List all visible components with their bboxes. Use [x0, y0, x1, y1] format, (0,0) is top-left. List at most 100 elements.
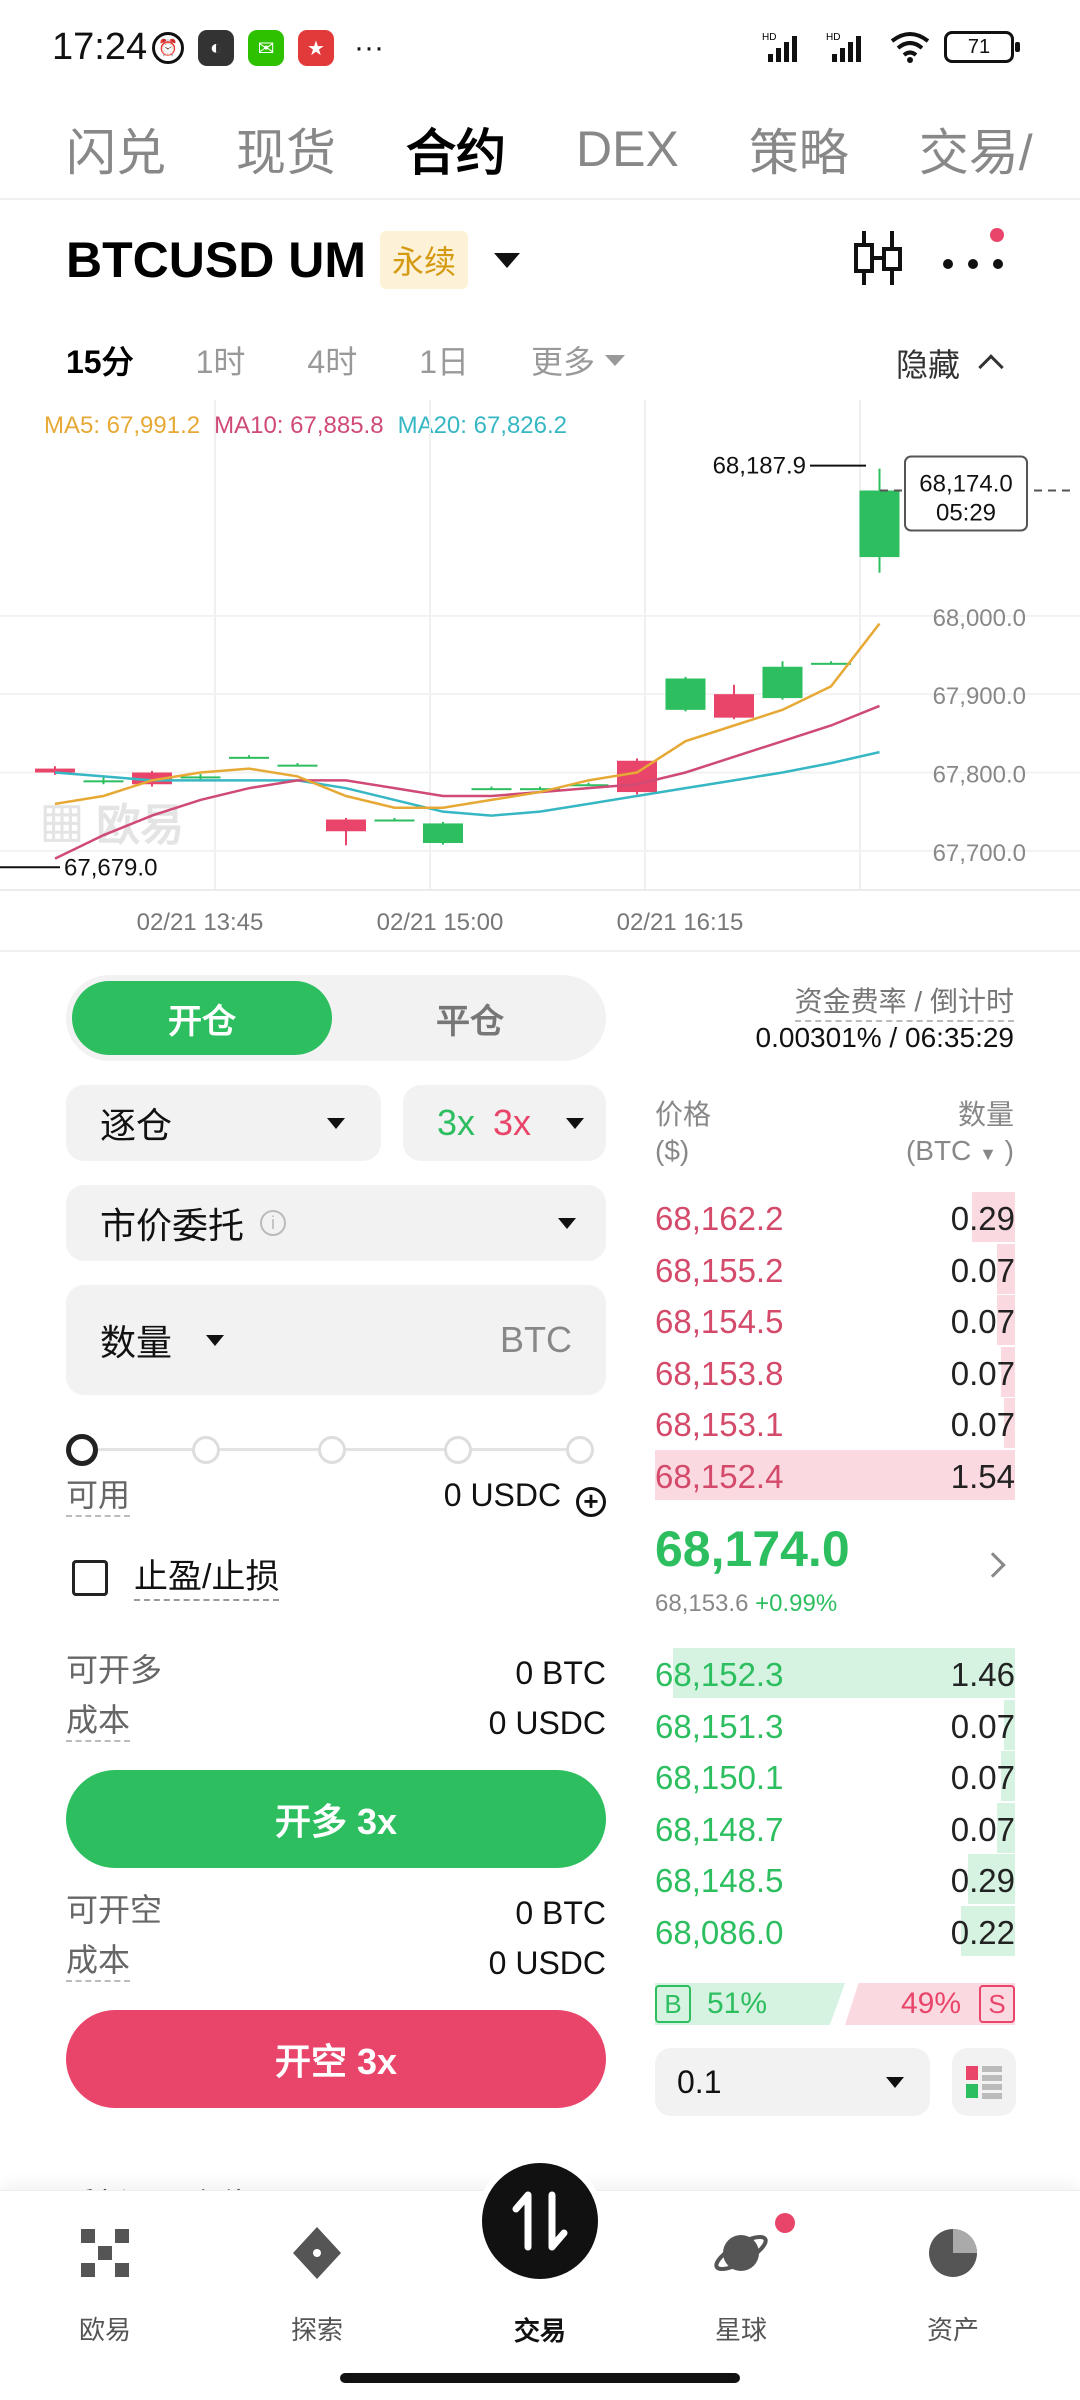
order-type-value: 市价委托: [100, 1205, 245, 1246]
tab-convert[interactable]: 闪兑: [66, 113, 166, 185]
ask-row[interactable]: 68,153.1 0.07: [655, 1398, 1015, 1448]
bid-row[interactable]: 68,148.5 0.29: [655, 1854, 1015, 1904]
funding-rate-value: 0.00301% / 06:35:29: [755, 1022, 1014, 1053]
quantity-input[interactable]: 数量 BTC: [66, 1285, 606, 1395]
bid-price: 68,150.1: [655, 1759, 784, 1796]
ask-quantity: 0.07: [950, 1354, 1015, 1392]
hide-chart-label: 隐藏: [895, 347, 960, 383]
open-position-tab[interactable]: 开仓: [72, 981, 332, 1055]
y-tick-label: 67,700.0: [933, 840, 1026, 867]
slider-step-25[interactable]: [192, 1436, 220, 1464]
qty-unit-label: (BTC: [905, 1135, 972, 1166]
more-options-icon[interactable]: [940, 240, 1006, 280]
open-long-button[interactable]: 开多 3x: [66, 1770, 606, 1868]
chart-divider: [0, 950, 1080, 952]
ask-row[interactable]: 68,154.5 0.07: [655, 1295, 1015, 1345]
timeframe-selector: 15分 1时 4时 1日 更多: [66, 335, 626, 385]
ask-price: 68,153.8: [655, 1354, 784, 1392]
candle-body: [277, 764, 318, 767]
nav-okx[interactable]: 欧易: [30, 2223, 180, 2347]
ask-row[interactable]: 68,155.2 0.07: [655, 1243, 1015, 1294]
max-long-label: 可开多: [66, 1652, 163, 1688]
market-tabs: 闪兑 现货 合约 DEX 策略 交易/: [0, 100, 1080, 200]
orderbook-layout-icon[interactable]: [952, 2048, 1016, 2116]
caret-down-icon: [566, 1117, 584, 1129]
timeframe-15m[interactable]: 15分: [66, 337, 134, 383]
slider-step-100[interactable]: [566, 1436, 594, 1464]
bid-row[interactable]: 68,148.7 0.07: [655, 1802, 1015, 1853]
leverage-select[interactable]: 3x 3x: [403, 1085, 606, 1161]
low-price-label: 67,679.0: [64, 854, 157, 881]
margin-mode-select[interactable]: 逐仓: [66, 1085, 381, 1161]
instrument-name: BTCUSD UM: [66, 232, 366, 288]
instrument-selector[interactable]: BTCUSD UM 永续: [66, 225, 520, 295]
order-type-select[interactable]: 市价委托 i: [66, 1185, 606, 1261]
ask-quantity: 0.07: [950, 1303, 1015, 1340]
bid-row[interactable]: 68,086.0 0.22: [655, 1905, 1015, 1956]
open-short-button[interactable]: 开空 3x: [66, 2010, 606, 2108]
max-short-label: 可开空: [66, 1892, 163, 1928]
tab-dex[interactable]: DEX: [576, 120, 679, 178]
qty-header-label: 数量: [957, 1099, 1014, 1130]
close-position-tab[interactable]: 平仓: [340, 981, 600, 1055]
leverage-long: 3x: [437, 1102, 476, 1143]
nav-explore[interactable]: 探索: [242, 2223, 392, 2347]
cost-short-value: 0 USDC: [488, 1945, 606, 1981]
nav-planet[interactable]: 星球: [666, 2223, 816, 2347]
sell-percent: 49%: [900, 1987, 961, 2020]
nav-trade-button[interactable]: [476, 2157, 604, 2285]
slider-handle[interactable]: [66, 1434, 98, 1466]
bid-price: 68,152.3: [655, 1656, 784, 1693]
watermark: ▦ 欧易: [40, 801, 184, 850]
orderbook-price-header: 价格 ($): [655, 1097, 711, 1169]
info-icon[interactable]: i: [260, 1210, 287, 1236]
timeframe-more[interactable]: 更多: [531, 337, 626, 383]
quantity-slider[interactable]: [66, 1430, 596, 1470]
bid-row[interactable]: 68,152.3 1.46: [655, 1648, 1015, 1698]
home-indicator[interactable]: [340, 2373, 740, 2383]
candlestick-chart-icon[interactable]: [850, 225, 906, 291]
depth-step-value: 0.1: [677, 2063, 722, 2100]
funding-rate-label[interactable]: 资金费率 / 倒计时: [794, 980, 1014, 1022]
candle-body: [326, 819, 366, 832]
bid-row[interactable]: 68,150.1 0.07: [655, 1751, 1015, 1801]
caret-down-icon: [558, 1217, 576, 1229]
battery-icon: 71: [944, 31, 1020, 63]
nav-assets[interactable]: 资产: [878, 2223, 1028, 2347]
price-header-unit: ($): [655, 1135, 690, 1166]
ask-quantity: 1.54: [950, 1457, 1015, 1495]
timeframe-1d[interactable]: 1日: [419, 337, 469, 383]
tpsl-label[interactable]: 止盈/止损: [134, 1555, 280, 1601]
depth-step-select[interactable]: 0.1: [655, 2048, 930, 2116]
ask-row[interactable]: 68,152.4 1.54: [655, 1449, 1015, 1500]
y-tick-label: 67,900.0: [933, 683, 1026, 710]
slider-step-50[interactable]: [318, 1436, 346, 1464]
candle-body: [423, 823, 463, 843]
ask-row[interactable]: 68,153.8 0.07: [655, 1346, 1015, 1397]
compass-icon: [293, 2227, 341, 2279]
bid-row[interactable]: 68,151.3 0.07: [655, 1699, 1015, 1750]
tab-futures[interactable]: 合约: [406, 113, 506, 185]
hide-chart-toggle[interactable]: 隐藏: [895, 340, 1004, 386]
y-tick-label: 67,800.0: [933, 762, 1026, 789]
timeframe-1h[interactable]: 1时: [196, 337, 246, 383]
ask-row[interactable]: 68,162.2 0.29: [655, 1192, 1015, 1242]
tab-trade[interactable]: 交易/: [919, 113, 1033, 185]
y-tick-label: 68,000.0: [933, 605, 1026, 632]
orderbook-qty-header[interactable]: 数量 (BTC ▼ ): [906, 1097, 1014, 1172]
tpsl-checkbox[interactable]: [72, 1560, 108, 1596]
candlestick-chart[interactable]: ▦ 欧易 68,000.0 67,900.0 67,800.0 67,700.0 02/2…: [0, 400, 1080, 950]
nav-assets-label: 资产: [926, 2315, 979, 2345]
slider-step-75[interactable]: [444, 1436, 472, 1464]
caret-down-icon[interactable]: [206, 1334, 224, 1346]
timeframe-4h[interactable]: 4时: [307, 337, 357, 383]
notification-dot: [990, 228, 1004, 242]
notification-icons: ⏰ ◐ ✉ ★ ···: [152, 30, 384, 66]
chevron-right-icon[interactable]: [980, 1552, 1006, 1578]
transfer-plus-icon[interactable]: +: [576, 1487, 606, 1517]
wifi-icon: [890, 32, 930, 63]
current-price-label: 68,174.0: [919, 471, 1012, 498]
tab-spot[interactable]: 现货: [236, 113, 336, 185]
qty-header-unit: (BTC ▼ ): [905, 1135, 1014, 1166]
tab-strategy[interactable]: 策略: [749, 113, 849, 185]
